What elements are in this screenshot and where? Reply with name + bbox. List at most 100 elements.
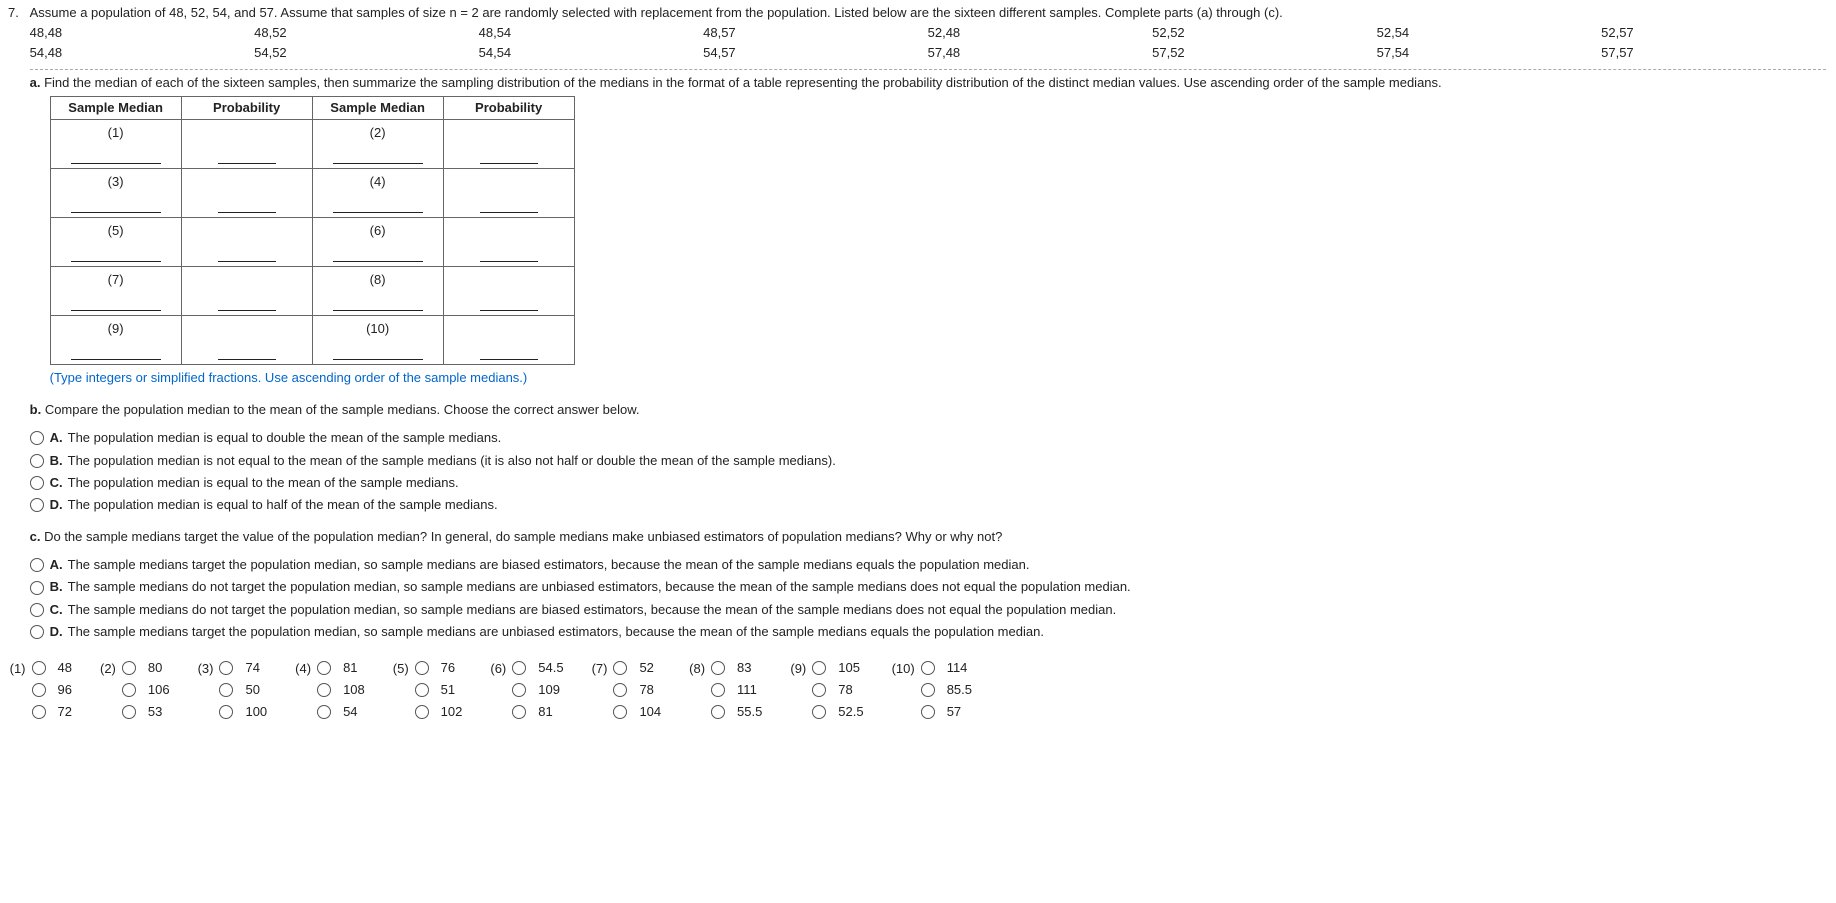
table-cell-10[interactable]: (10) bbox=[312, 315, 443, 364]
answer-option[interactable]: 111 bbox=[711, 681, 762, 699]
choice-text: The sample medians target the population… bbox=[68, 623, 1044, 641]
answer-option[interactable]: 78 bbox=[812, 681, 863, 699]
answer-option[interactable]: 104 bbox=[613, 703, 661, 721]
radio-icon bbox=[921, 705, 935, 719]
answer-option[interactable]: 85.5 bbox=[921, 681, 972, 699]
sample-pair: 54,52 bbox=[254, 44, 479, 62]
radio-icon bbox=[613, 661, 627, 675]
table-cell-prob[interactable] bbox=[181, 168, 312, 217]
choice-b-B[interactable]: B.The population median is not equal to … bbox=[30, 452, 1826, 470]
table-cell-1[interactable]: (1) bbox=[50, 119, 181, 168]
choice-letter: D. bbox=[50, 623, 68, 641]
answer-group-label: (8) bbox=[689, 659, 705, 678]
choice-c-C[interactable]: C.The sample medians do not target the p… bbox=[30, 601, 1826, 619]
table-cell-prob[interactable] bbox=[181, 217, 312, 266]
table-cell-2[interactable]: (2) bbox=[312, 119, 443, 168]
table-cell-8[interactable]: (8) bbox=[312, 266, 443, 315]
choice-text: The population median is not equal to th… bbox=[68, 452, 836, 470]
radio-icon bbox=[415, 661, 429, 675]
part-c-text: Do the sample medians target the value o… bbox=[44, 529, 1002, 544]
answer-option[interactable]: 81 bbox=[317, 659, 365, 677]
answer-option[interactable]: 74 bbox=[219, 659, 267, 677]
answer-option[interactable]: 52.5 bbox=[812, 703, 863, 721]
answer-option[interactable]: 109 bbox=[512, 681, 563, 699]
answer-option-text: 105 bbox=[838, 659, 860, 677]
radio-icon bbox=[317, 661, 331, 675]
part-c-label: c. bbox=[30, 529, 41, 544]
answer-option[interactable]: 50 bbox=[219, 681, 267, 699]
answer-group-1: (1) 48 96 72 bbox=[10, 659, 72, 722]
table-cell-6[interactable]: (6) bbox=[312, 217, 443, 266]
answer-option[interactable]: 51 bbox=[415, 681, 463, 699]
answer-option[interactable]: 57 bbox=[921, 703, 972, 721]
radio-icon bbox=[512, 705, 526, 719]
part-a-hint: (Type integers or simplified fractions. … bbox=[50, 369, 1826, 387]
answer-group-10: (10)11485.557 bbox=[892, 659, 972, 722]
table-header: Sample Median bbox=[50, 96, 181, 119]
answer-option[interactable]: 48 bbox=[32, 659, 72, 677]
answer-option[interactable]: 100 bbox=[219, 703, 267, 721]
answer-option-text: 109 bbox=[538, 681, 560, 699]
answer-option[interactable]: 105 bbox=[812, 659, 863, 677]
table-cell-prob[interactable] bbox=[443, 217, 574, 266]
table-cell-prob[interactable] bbox=[181, 266, 312, 315]
answer-option[interactable]: 78 bbox=[613, 681, 661, 699]
table-cell-prob[interactable] bbox=[181, 119, 312, 168]
choice-c-A[interactable]: A.The sample medians target the populati… bbox=[30, 556, 1826, 574]
table-cell-prob[interactable] bbox=[443, 168, 574, 217]
radio-icon bbox=[219, 705, 233, 719]
sample-pair: 57,48 bbox=[928, 44, 1153, 62]
answer-option-text: 108 bbox=[343, 681, 365, 699]
sample-pair: 52,54 bbox=[1377, 24, 1602, 42]
answer-group-4: (4)8110854 bbox=[295, 659, 365, 722]
sample-pair: 48,48 bbox=[30, 24, 255, 42]
answer-group-label: (1) bbox=[10, 659, 26, 678]
sample-pair: 48,57 bbox=[703, 24, 928, 42]
radio-icon bbox=[32, 705, 46, 719]
answer-option-text: 52.5 bbox=[838, 703, 863, 721]
radio-icon bbox=[317, 683, 331, 697]
choice-b-D[interactable]: D.The population median is equal to half… bbox=[30, 496, 1826, 514]
radio-icon bbox=[30, 625, 44, 639]
answer-option[interactable]: 81 bbox=[512, 703, 563, 721]
answer-option[interactable]: 72 bbox=[32, 703, 72, 721]
choice-c-B[interactable]: B.The sample medians do not target the p… bbox=[30, 578, 1826, 596]
table-cell-prob[interactable] bbox=[181, 315, 312, 364]
answer-option[interactable]: 55.5 bbox=[711, 703, 762, 721]
table-cell-9[interactable]: (9) bbox=[50, 315, 181, 364]
choice-b-C[interactable]: C.The population median is equal to the … bbox=[30, 474, 1826, 492]
answer-option[interactable]: 96 bbox=[32, 681, 72, 699]
part-b-label: b. bbox=[30, 402, 42, 417]
table-cell-5[interactable]: (5) bbox=[50, 217, 181, 266]
table-cell-prob[interactable] bbox=[443, 315, 574, 364]
sample-pair: 52,57 bbox=[1601, 24, 1826, 42]
table-cell-4[interactable]: (4) bbox=[312, 168, 443, 217]
table-cell-prob[interactable] bbox=[443, 266, 574, 315]
answer-option[interactable]: 52 bbox=[613, 659, 661, 677]
answer-option[interactable]: 83 bbox=[711, 659, 762, 677]
answer-option-text: 76 bbox=[441, 659, 455, 677]
answer-option[interactable]: 106 bbox=[122, 681, 170, 699]
choice-b-A[interactable]: A.The population median is equal to doub… bbox=[30, 429, 1826, 447]
radio-icon bbox=[812, 661, 826, 675]
radio-icon bbox=[711, 683, 725, 697]
answer-option[interactable]: 108 bbox=[317, 681, 365, 699]
answer-option[interactable]: 54 bbox=[317, 703, 365, 721]
answer-option[interactable]: 114 bbox=[921, 659, 972, 677]
answer-option[interactable]: 76 bbox=[415, 659, 463, 677]
sample-pair: 54,48 bbox=[30, 44, 255, 62]
radio-icon bbox=[219, 661, 233, 675]
radio-icon bbox=[317, 705, 331, 719]
blank-label: (5) bbox=[51, 222, 181, 240]
choice-text: The population median is equal to double… bbox=[68, 429, 502, 447]
table-cell-7[interactable]: (7) bbox=[50, 266, 181, 315]
choice-c-D[interactable]: D.The sample medians target the populati… bbox=[30, 623, 1826, 641]
answer-option[interactable]: 53 bbox=[122, 703, 170, 721]
answer-option[interactable]: 102 bbox=[415, 703, 463, 721]
radio-icon bbox=[32, 661, 46, 675]
answer-option[interactable]: 80 bbox=[122, 659, 170, 677]
choice-letter: D. bbox=[50, 496, 68, 514]
answer-option[interactable]: 54.5 bbox=[512, 659, 563, 677]
table-cell-prob[interactable] bbox=[443, 119, 574, 168]
table-cell-3[interactable]: (3) bbox=[50, 168, 181, 217]
